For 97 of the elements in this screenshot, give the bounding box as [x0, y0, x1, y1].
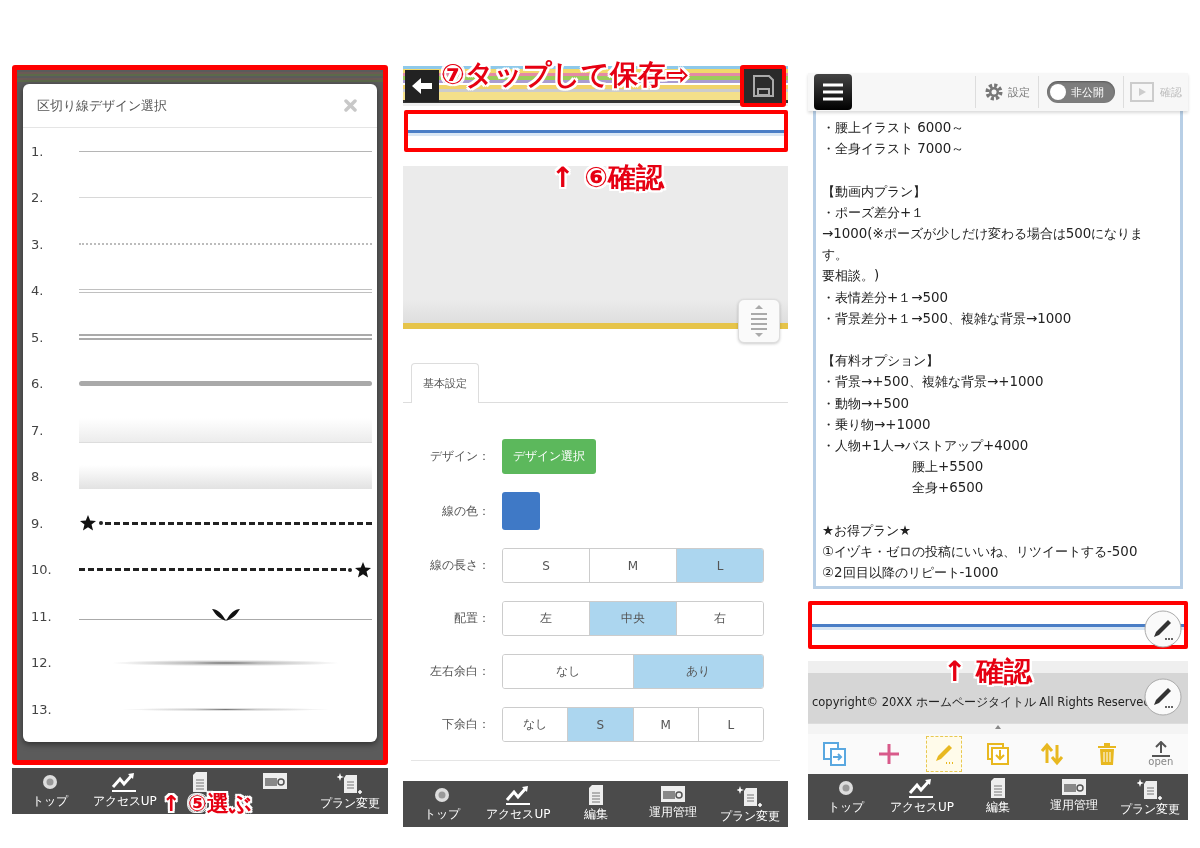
text-line: →1000(※ポーズが少しだけ変わる場合は500になりま: [822, 225, 1145, 243]
text-line: ・動物→+500: [822, 394, 910, 413]
nav-label[interactable]: 編集: [986, 801, 1010, 813]
star-icon: [79, 515, 97, 532]
text-line: 【動画内プラン】: [822, 182, 927, 201]
card-icon[interactable]: [262, 771, 289, 791]
publish-toggle[interactable]: 非公開: [1047, 81, 1115, 103]
sparkle-document-icon[interactable]: [1137, 777, 1163, 801]
segment-option[interactable]: L: [697, 708, 763, 741]
save-button[interactable]: [740, 65, 786, 107]
field-label: 左右余白：: [429, 663, 490, 680]
plus-icon: [878, 743, 901, 765]
nav-label[interactable]: 編集: [583, 808, 608, 820]
download-box-icon: [986, 742, 1010, 766]
edit-button[interactable]: [1144, 610, 1182, 648]
field-label: 線の長さ：: [429, 557, 490, 574]
card-icon[interactable]: [659, 784, 686, 804]
field-label: 線の色：: [441, 502, 490, 520]
document-icon[interactable]: [586, 784, 605, 806]
tab[interactable]: 基本設定: [411, 363, 479, 403]
nav-label[interactable]: トップ: [31, 795, 68, 807]
segment-option[interactable]: あり: [632, 655, 763, 688]
text-line: 腰上+5500: [911, 458, 985, 477]
nav-label[interactable]: 運用管理: [648, 806, 697, 818]
text-line: ・人物+1人→バストアップ+4000: [822, 437, 1030, 455]
copyright-text: copyright© 20XX ホームページタイトル All Rights Reservec: [812, 694, 1150, 710]
left-arrow-icon: [412, 78, 432, 94]
settings-button[interactable]: 設定: [976, 82, 1038, 102]
text-line: ・乗り物→+1000: [822, 415, 932, 434]
option-number: 10.: [30, 562, 53, 578]
star-divider-sample[interactable]: [79, 561, 372, 578]
option-number: 1.: [30, 143, 45, 159]
segment-option[interactable]: 中央: [589, 602, 676, 635]
nav-label[interactable]: アクセスUP: [92, 795, 157, 807]
option-number: 2.: [30, 190, 45, 206]
menu-icon: [822, 83, 844, 101]
sparkle-document-icon[interactable]: [736, 784, 763, 808]
annotation-text: ↑ ⑤選ぶ: [162, 792, 252, 817]
sparkle-document-icon[interactable]: [337, 771, 364, 795]
dialog-title: 区切り線デザイン選択: [37, 96, 167, 115]
option-number: 5.: [30, 329, 45, 345]
option-number: 8.: [30, 469, 45, 485]
star-icon: [354, 561, 372, 578]
segment-option[interactable]: L: [676, 549, 763, 582]
segment-option[interactable]: 右: [676, 602, 763, 635]
nav-label[interactable]: アクセスUP: [890, 801, 954, 813]
upload-icon: [1150, 741, 1171, 757]
scroll-handle[interactable]: [738, 299, 780, 343]
nav-label[interactable]: 運用管理: [1050, 799, 1098, 811]
option-number: 7.: [30, 422, 45, 438]
text-line: 要相談。): [822, 267, 881, 286]
menu-button[interactable]: [814, 74, 852, 110]
field-label: デザイン：: [429, 448, 490, 465]
text-line: ・腰上イラスト 6000～: [822, 119, 966, 137]
text-line: 【有料オプション】: [822, 352, 940, 371]
nav-label[interactable]: プラン変更: [1120, 803, 1180, 815]
open-button[interactable]: open: [1142, 736, 1179, 772]
card-icon[interactable]: [1061, 777, 1087, 797]
option-number: 3.: [30, 236, 45, 252]
field-label: 配置：: [453, 610, 490, 627]
text-area[interactable]: [813, 111, 1183, 589]
option-number: 13.: [30, 701, 53, 717]
segment-option[interactable]: S: [567, 708, 633, 741]
text-line: ★お得プラン★: [822, 521, 912, 540]
option-number: 9.: [30, 515, 45, 531]
nav-label[interactable]: トップ: [423, 808, 460, 820]
nav-label[interactable]: トップ: [828, 801, 864, 813]
back-button[interactable]: [405, 70, 439, 102]
option-number: 12.: [30, 655, 53, 671]
settings-icon: [984, 82, 1004, 102]
trash-icon: [1096, 742, 1117, 766]
text-line: す。: [822, 246, 849, 265]
nav-label[interactable]: プラン変更: [320, 797, 381, 809]
option-number: 6.: [30, 376, 45, 392]
nav-label[interactable]: アクセスUP: [486, 808, 551, 820]
option-number: 4.: [30, 283, 45, 299]
text-line: ・表情差分+１→500: [822, 288, 949, 307]
text-line: ・背景差分+１→500、複雑な背景→1000: [822, 309, 1073, 328]
text-line: ・背景→+500、複雑な背景→+1000: [822, 373, 1045, 392]
star-divider-sample[interactable]: [79, 515, 372, 532]
text-line: 全身+6500: [911, 479, 985, 498]
text-line: ②2回目以降のリピート-1000: [822, 564, 1000, 583]
color-swatch[interactable]: [502, 492, 540, 530]
document-icon[interactable]: [191, 771, 209, 793]
play-icon: [1130, 82, 1154, 102]
wings-icon: [211, 607, 240, 624]
document-icon[interactable]: [989, 777, 1007, 799]
option-number: 11.: [30, 608, 53, 624]
text-line: ・全身イラスト 7000～: [822, 140, 966, 159]
up-down-arrows-icon: [1040, 742, 1065, 766]
copy-icon: [822, 741, 849, 767]
field-label: 下余白：: [441, 716, 490, 733]
annotation-text: ↑ 確認: [943, 657, 1033, 688]
annotation-text: ↑ ⑥確認: [551, 163, 664, 194]
text-line: ・ポーズ差分+１: [822, 203, 926, 222]
text-line: ①イヅキ・ゼロの投稿にいいね、リツイートする-500: [822, 543, 1139, 561]
nav-label[interactable]: プラン変更: [719, 810, 780, 822]
